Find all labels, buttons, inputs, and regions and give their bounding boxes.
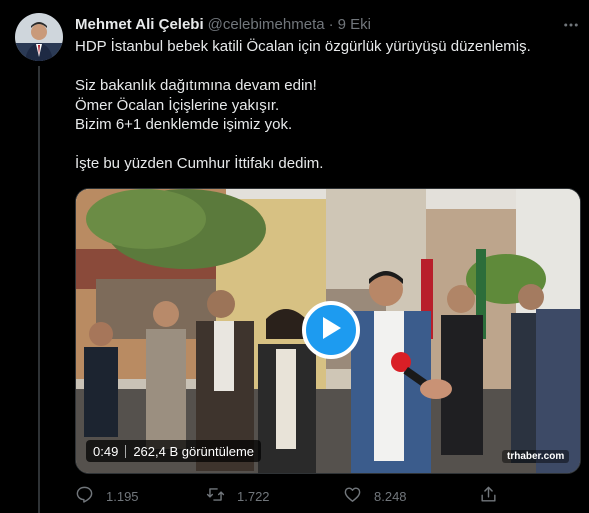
play-button[interactable] bbox=[302, 301, 360, 359]
author-name[interactable]: Mehmet Ali Çelebi bbox=[75, 16, 204, 33]
share-button[interactable] bbox=[479, 482, 498, 510]
like-button[interactable]: 8.248 bbox=[343, 482, 407, 510]
tweet-text-line: Siz bakanlık dağıtımına devam edin! bbox=[75, 77, 317, 94]
retweet-icon bbox=[206, 485, 225, 507]
tweet-text-line: Ömer Öcalan İçişlerine yakışır. bbox=[75, 96, 280, 114]
video-duration: 0:49 bbox=[93, 443, 119, 459]
tweet-text-line: HDP İstanbul bebek katili Öcalan için öz… bbox=[75, 38, 531, 55]
view-count: 262,4 B görüntüleme bbox=[133, 443, 255, 459]
like-icon bbox=[343, 485, 362, 507]
retweet-count: 1.722 bbox=[237, 488, 270, 504]
like-count: 8.248 bbox=[374, 488, 407, 504]
tweet-text: HDP İstanbul bebek katili Öcalan için öz… bbox=[75, 37, 575, 174]
share-icon bbox=[479, 485, 498, 507]
video-player[interactable]: 0:49 262,4 B görüntüleme trhaber.com bbox=[75, 188, 581, 474]
badge-divider bbox=[125, 444, 127, 458]
thread-line bbox=[38, 66, 40, 513]
tweet-header: Mehmet Ali Çelebi @celebimehmeta · 9 Eki bbox=[75, 14, 371, 34]
retweet-button[interactable]: 1.722 bbox=[206, 482, 270, 510]
avatar[interactable] bbox=[15, 13, 63, 61]
video-info-badge: 0:49 262,4 B görüntüleme bbox=[86, 440, 262, 462]
reply-button[interactable]: 1.195 bbox=[75, 482, 139, 510]
tweet[interactable]: Mehmet Ali Çelebi @celebimehmeta · 9 Eki… bbox=[0, 0, 589, 513]
author-handle[interactable]: @celebimehmeta bbox=[208, 16, 325, 33]
reply-count: 1.195 bbox=[106, 488, 139, 504]
video-watermark: trhaber.com bbox=[502, 450, 570, 463]
reply-icon bbox=[75, 485, 94, 507]
more-icon[interactable] bbox=[556, 10, 586, 40]
timestamp[interactable]: 9 Eki bbox=[338, 16, 371, 33]
tweet-text-line: İşte bu yüzden Cumhur İttifakı dedim. bbox=[75, 155, 324, 172]
tweet-actions: 1.195 1.722 8.248 bbox=[75, 482, 575, 510]
tweet-text-line: Bizim 6+1 denklemde işimiz yok. bbox=[75, 116, 293, 133]
separator-dot: · bbox=[328, 15, 334, 33]
play-icon bbox=[320, 316, 342, 345]
